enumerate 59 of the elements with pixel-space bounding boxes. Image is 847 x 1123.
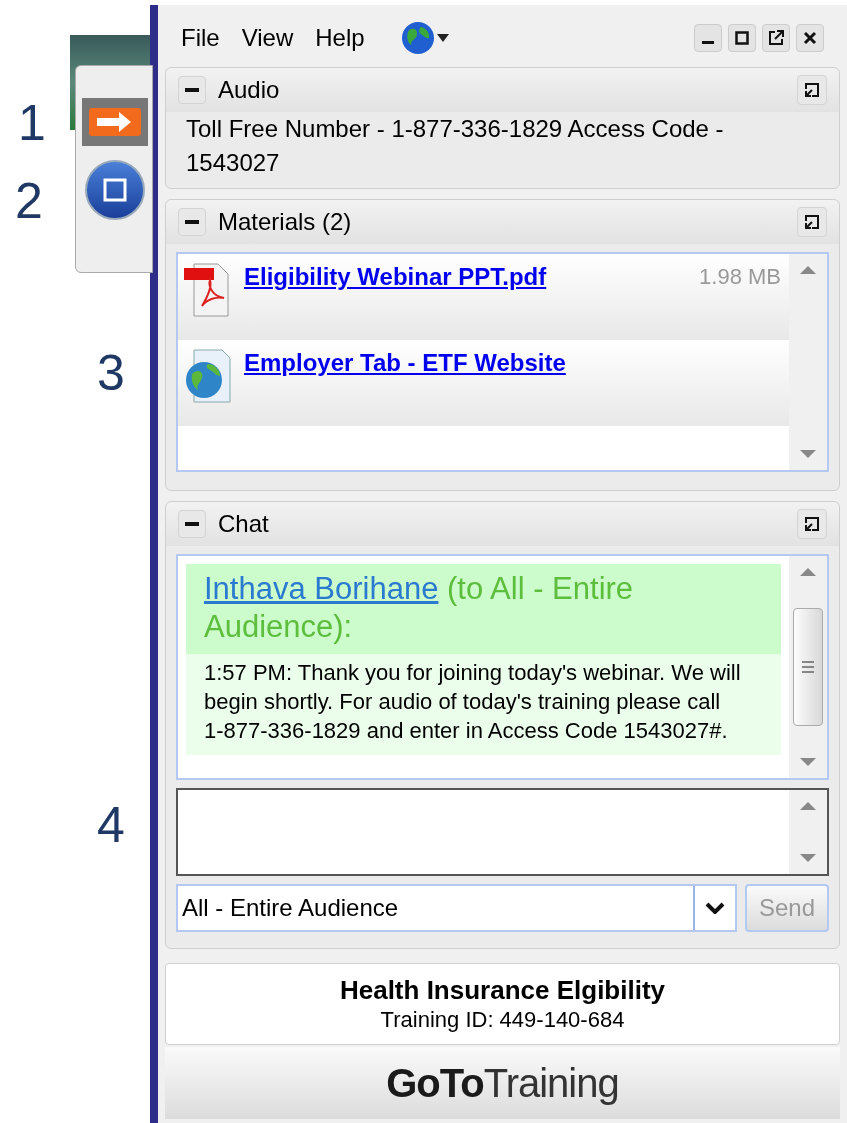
training-title: Health Insurance Elgibility	[339, 974, 666, 1006]
message-header: Inthava Borihane (to All - Entire Audience):	[186, 564, 781, 654]
file-link[interactable]: Employer Tab - ETF Website	[244, 348, 566, 378]
recipient-select[interactable]: All - Entire Audience	[176, 884, 737, 932]
training-id: Training ID: 449-140-684	[380, 1006, 625, 1034]
minimize-icon	[702, 40, 714, 44]
step-number: 2	[15, 176, 43, 226]
step-number: 4	[97, 800, 125, 850]
scrollbar[interactable]	[789, 790, 827, 874]
file-link[interactable]: Eligibility Webinar PPT.pdf	[244, 262, 547, 292]
scroll-down-icon[interactable]	[800, 854, 816, 862]
section-title: Chat	[218, 509, 269, 539]
scroll-up-icon[interactable]	[800, 802, 816, 810]
section-title: Audio	[218, 75, 280, 105]
expand-button[interactable]	[797, 509, 827, 539]
menu-item[interactable]: File	[181, 20, 220, 56]
audio-info: Toll Free Number - 1-877-336-1829 Access Code - 1543027	[185, 114, 725, 178]
sender-link[interactable]: Inthava Borihane	[204, 571, 439, 606]
message-text: 1:57 PM: Thank you for joining today's webinar. We will begin shortly. For audio of today's training please call 1-877-336-1829 and enter in Access Code 1543027#.	[186, 654, 781, 755]
caret-icon	[436, 34, 449, 42]
scroll-up-icon[interactable]	[800, 266, 816, 274]
section-title: Materials (2)	[218, 207, 352, 237]
scroll-down-icon[interactable]	[800, 450, 816, 458]
collapse-button[interactable]	[178, 208, 206, 236]
expand-button[interactable]	[797, 75, 827, 105]
minus-icon	[185, 522, 199, 526]
close-icon	[803, 31, 817, 45]
scroll-down-icon[interactable]	[800, 758, 816, 766]
square-icon	[103, 178, 127, 202]
message-input[interactable]	[176, 788, 829, 876]
collapse-button[interactable]	[178, 510, 206, 538]
menu-item[interactable]: Help	[315, 20, 365, 56]
expand-icon	[804, 82, 820, 98]
arrow-button[interactable]	[82, 98, 148, 146]
expand-icon	[804, 516, 820, 532]
popout-icon	[768, 30, 784, 46]
menu-item[interactable]: View	[241, 20, 294, 56]
scrollbar[interactable]	[789, 254, 827, 470]
chevron-down-icon	[705, 902, 725, 914]
maximize-button[interactable]	[728, 24, 756, 52]
scrollbar[interactable]	[789, 556, 827, 778]
scroll-thumb[interactable]	[793, 608, 823, 726]
step-number: 1	[18, 98, 46, 148]
scroll-up-icon[interactable]	[800, 568, 816, 576]
language-button[interactable]	[400, 21, 449, 55]
expand-button[interactable]	[797, 207, 827, 237]
expand-icon	[804, 214, 820, 230]
minus-icon	[185, 220, 199, 224]
file-size: 1.98 MB	[699, 263, 782, 291]
close-button[interactable]	[796, 24, 824, 52]
step-number: 3	[97, 348, 125, 398]
grip-icon	[802, 661, 814, 673]
popout-button[interactable]	[762, 24, 790, 52]
globe-icon	[400, 21, 435, 55]
collapse-button[interactable]	[178, 76, 206, 104]
minimize-button[interactable]	[694, 24, 722, 52]
maximize-icon	[735, 31, 749, 45]
minus-icon	[185, 88, 199, 92]
brand-logo: GoToTraining	[386, 1063, 619, 1103]
